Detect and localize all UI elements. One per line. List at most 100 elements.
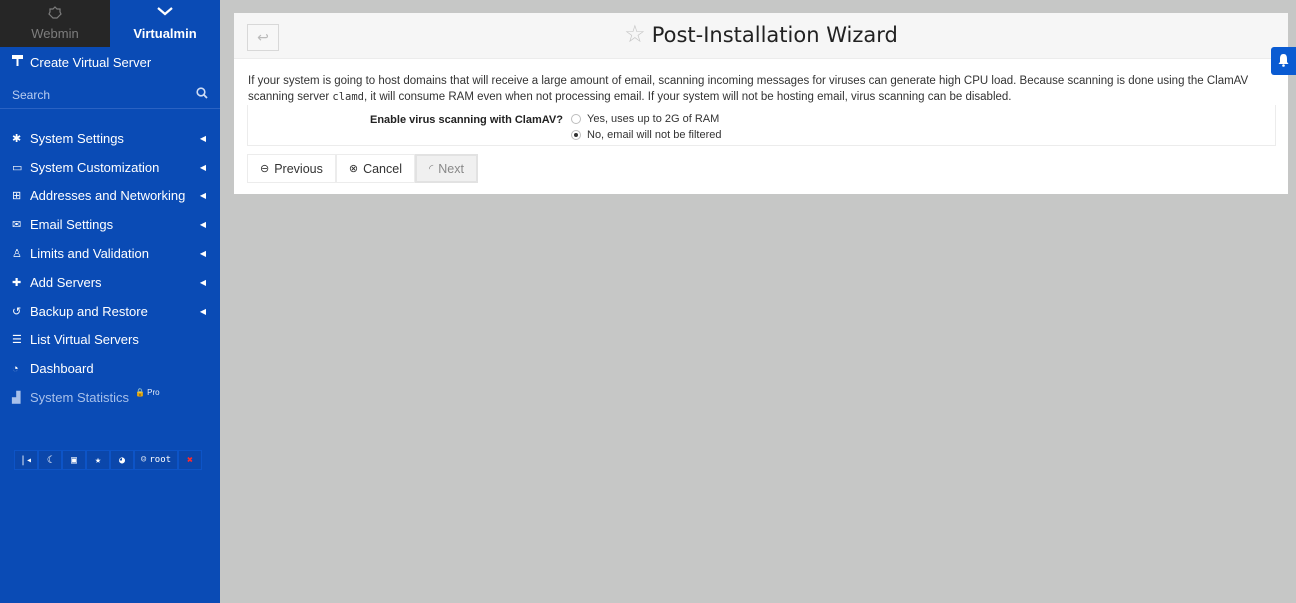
sidebar-item-addresses-networking[interactable]: ⊞ Addresses and Networking ◀ <box>0 182 220 211</box>
cancel-label: Cancel <box>363 161 402 176</box>
cancel-icon: ⊗ <box>348 163 359 175</box>
previous-icon: ⊖ <box>260 163 270 175</box>
cancel-button[interactable]: ⊗ Cancel <box>335 154 415 183</box>
collapse-sidebar-button[interactable]: |◂ <box>14 450 38 470</box>
sidebar-item-label: Addresses and Networking <box>30 188 186 204</box>
palette-icon: ◕ <box>118 454 126 466</box>
collapse-icon: |◂ <box>19 454 33 466</box>
previous-label: Previous <box>274 161 323 176</box>
next-label: Next <box>438 161 464 176</box>
user-button[interactable]: ☺ root <box>134 450 178 470</box>
star-icon[interactable]: ☆ <box>624 23 646 47</box>
radio-no-circle[interactable] <box>571 130 581 140</box>
theme-button[interactable]: ◕ <box>110 450 134 470</box>
sidebar-item-add-servers[interactable]: ✚ Add Servers ◀ <box>0 268 220 297</box>
tab-virtualmin[interactable]: Virtualmin <box>110 0 220 47</box>
sidebar-search <box>0 81 220 109</box>
sidebar-item-backup-restore[interactable]: ↺ Backup and Restore ◀ <box>0 297 220 326</box>
server-plus-icon <box>12 55 28 69</box>
wizard-buttons: ⊖ Previous ⊗ Cancel ◜ Next <box>247 154 478 183</box>
gear-icon: ✱ <box>12 132 22 145</box>
sidebar-item-label: List Virtual Servers <box>30 332 139 348</box>
radio-yes[interactable]: Yes, uses up to 2G of RAM <box>571 113 719 125</box>
caret-left-icon: ◀ <box>199 306 206 316</box>
user-name: root <box>149 455 172 465</box>
chevron-down-icon <box>157 6 173 20</box>
lock-icon: 🔒 <box>134 388 145 398</box>
spinner-icon: ◜ <box>429 163 434 175</box>
description-code: clamd <box>332 91 364 103</box>
sidebar-item-email-settings[interactable]: ✉ Email Settings ◀ <box>0 210 220 239</box>
sidebar-item-list-virtual-servers[interactable]: ☰ List Virtual Servers <box>0 326 220 355</box>
sidebar-item-label: System Settings <box>30 130 124 146</box>
user-icon: ☺ <box>140 455 147 465</box>
radio-no[interactable]: No, email will not be filtered <box>571 129 722 141</box>
sidebar-item-label: Email Settings <box>30 217 114 233</box>
description-text: , it will consume RAM even when not proc… <box>363 91 1012 103</box>
wizard-description: If your system is going to host domains … <box>248 73 1278 105</box>
sidebar-item-label: Backup and Restore <box>30 303 148 319</box>
pro-label: Pro <box>147 388 160 398</box>
caret-left-icon: ◀ <box>199 191 206 201</box>
previous-button[interactable]: ⊖ Previous <box>247 154 336 183</box>
pro-badge: 🔒 Pro <box>135 388 160 397</box>
network-icon: ⊞ <box>12 190 22 203</box>
notifications-button[interactable] <box>1271 47 1296 75</box>
sidebar-item-system-customization[interactable]: ▭ System Customization ◀ <box>0 153 220 182</box>
search-icon[interactable] <box>196 87 208 102</box>
title-wrap: ☆ Post-Installation Wizard <box>234 23 1288 48</box>
system-statistics-label: System Statistics <box>30 390 129 406</box>
radio-yes-circle[interactable] <box>571 114 581 124</box>
user-shield-icon: ♙ <box>12 248 22 261</box>
chart-icon: ▟ <box>12 392 21 405</box>
caret-left-icon: ◀ <box>199 162 206 172</box>
star-icon: ★ <box>94 454 102 466</box>
envelope-icon: ✉ <box>12 219 22 232</box>
sidebar-item-dashboard[interactable]: ◔ Dashboard <box>0 354 220 383</box>
terminal-icon: ▣ <box>70 454 78 466</box>
plus-icon: ✚ <box>12 276 22 289</box>
next-button[interactable]: ◜ Next <box>415 154 478 183</box>
sidebar-toolbar: |◂ ☾ ▣ ★ ◕ ☺ root ✖ <box>14 450 202 470</box>
webmin-icon <box>48 6 62 20</box>
tab-webmin-label: Webmin <box>31 26 79 41</box>
sidebar-item-label: System Customization <box>30 159 160 175</box>
favorites-button[interactable]: ★ <box>86 450 110 470</box>
list-icon: ☰ <box>12 334 22 347</box>
night-mode-button[interactable]: ☾ <box>38 450 62 470</box>
tab-virtualmin-label: Virtualmin <box>133 26 197 41</box>
search-input[interactable] <box>12 87 196 102</box>
sidebar: Webmin Virtualmin Create Virtual Server … <box>0 0 220 603</box>
history-icon: ↺ <box>12 305 22 318</box>
sidebar-item-label: Add Servers <box>30 274 102 290</box>
sidebar-item-limits-validation[interactable]: ♙ Limits and Validation ◀ <box>0 239 220 268</box>
caret-left-icon: ◀ <box>199 249 206 259</box>
sidebar-menu: ✱ System Settings ◀ ▭ System Customizati… <box>0 124 220 412</box>
dashboard-icon: ◔ <box>12 362 19 375</box>
logout-icon: ✖ <box>186 454 194 466</box>
wizard-panel: ↩ ☆ Post-Installation Wizard If your sys… <box>234 13 1288 194</box>
tab-webmin[interactable]: Webmin <box>0 0 110 47</box>
sidebar-item-label: Limits and Validation <box>30 246 149 262</box>
caret-left-icon: ◀ <box>199 133 206 143</box>
clamav-option-label: Enable virus scanning with ClamAV? <box>370 114 563 126</box>
sidebar-item-system-statistics[interactable]: ▟ System Statistics 🔒 Pro <box>0 383 220 412</box>
page-title: Post-Installation Wizard <box>651 23 898 47</box>
bell-icon <box>1277 53 1290 70</box>
product-switcher: Webmin Virtualmin <box>0 0 220 47</box>
laptop-icon: ▭ <box>12 161 23 174</box>
clamav-option-box: Enable virus scanning with ClamAV? Yes, … <box>247 105 1276 146</box>
sidebar-item-label: Dashboard <box>30 361 94 377</box>
create-virtual-server-label: Create Virtual Server <box>30 54 152 70</box>
logout-button[interactable]: ✖ <box>178 450 202 470</box>
radio-no-label: No, email will not be filtered <box>587 129 722 141</box>
moon-icon: ☾ <box>46 454 54 466</box>
terminal-button[interactable]: ▣ <box>62 450 86 470</box>
panel-header: ↩ ☆ Post-Installation Wizard <box>234 13 1288 59</box>
sidebar-item-label: System Statistics 🔒 Pro <box>30 388 208 406</box>
radio-yes-label: Yes, uses up to 2G of RAM <box>587 113 720 125</box>
sidebar-item-system-settings[interactable]: ✱ System Settings ◀ <box>0 124 220 153</box>
caret-left-icon: ◀ <box>199 277 206 287</box>
create-virtual-server-link[interactable]: Create Virtual Server <box>0 47 220 77</box>
caret-left-icon: ◀ <box>199 220 206 230</box>
